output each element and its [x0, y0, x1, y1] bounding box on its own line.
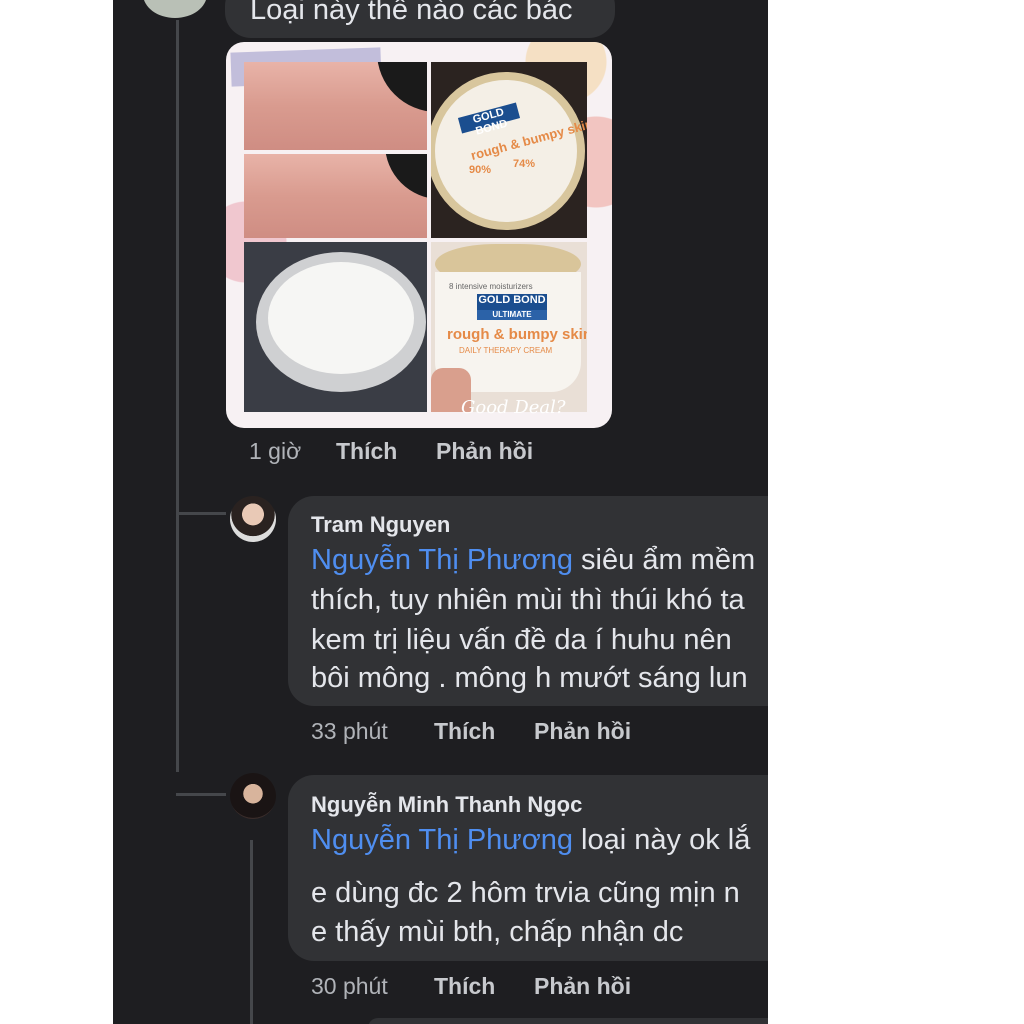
timestamp: 30 phút [311, 973, 388, 999]
comment-author[interactable]: Tram Nguyen [311, 512, 450, 538]
comment-text-line: e dùng đc 2 hôm trvia cũng mịn n [311, 877, 740, 909]
next-bubble-edge [368, 1018, 768, 1024]
product-label: rough & bumpy skin [447, 326, 587, 343]
photo-cream [244, 242, 427, 412]
product-sub-label: DAILY THERAPY CREAM [459, 346, 553, 355]
avatar[interactable] [230, 496, 276, 542]
mention-link[interactable]: Nguyễn Thị Phương [311, 824, 573, 856]
attached-image[interactable]: GOLD BOND rough & bumpy skin 90% 74% 8 i… [226, 42, 612, 428]
avatar[interactable] [143, 0, 207, 18]
photo-jar: 8 intensive moisturizers GOLD BOND ULTIM… [431, 242, 587, 412]
reply-button[interactable]: Phản hồi [534, 718, 631, 745]
mention-link[interactable]: Nguyễn Thị Phương [311, 544, 573, 576]
tag-label: 8 intensive moisturizers [449, 282, 533, 291]
avatar[interactable] [230, 773, 276, 819]
brand-label: GOLD BOND [477, 294, 547, 310]
comment-text: Loại này thế nào các bác [250, 0, 573, 26]
like-button[interactable]: Thích [434, 973, 495, 1000]
overlay-caption: Good Deal? [461, 397, 566, 418]
thread-branch [176, 793, 226, 796]
comment-text-line: e thấy mùi bth, chấp nhận dc [311, 916, 684, 948]
sub-label: ULTIMATE [477, 310, 547, 320]
stat-label: 74% [513, 158, 536, 170]
thread-line [176, 20, 179, 772]
reply-button[interactable]: Phản hồi [436, 438, 533, 465]
stat-label: 90% [469, 164, 492, 176]
comment-text-line: Nguyễn Thị Phương siêu ẩm mềm [311, 544, 756, 576]
thread-line-child [250, 840, 253, 1024]
reply-button[interactable]: Phản hồi [534, 973, 631, 1000]
like-button[interactable]: Thích [336, 438, 397, 465]
thread-branch [176, 512, 226, 515]
comment-text-line: bôi mông . mông h mướt sáng lun [311, 662, 748, 694]
comment-text-line: kem trị liệu vấn đề da í huhu nên [311, 624, 732, 656]
timestamp: 1 giờ [249, 438, 302, 464]
photo-after [244, 154, 427, 238]
like-button[interactable]: Thích [434, 718, 495, 745]
comment-thread: Loại này thế nào các bác GOLD BOND rough… [113, 0, 768, 1024]
photo-jar-lid: GOLD BOND rough & bumpy skin 90% 74% [431, 62, 587, 238]
comment-author[interactable]: Nguyễn Minh Thanh Ngọc [311, 792, 582, 818]
comment-text-line: Nguyễn Thị Phương loại này ok lắ [311, 824, 751, 856]
comment-text-line: thích, tuy nhiên mùi thì thúi khó ta [311, 584, 745, 616]
photo-before [244, 62, 427, 150]
timestamp: 33 phút [311, 718, 388, 744]
